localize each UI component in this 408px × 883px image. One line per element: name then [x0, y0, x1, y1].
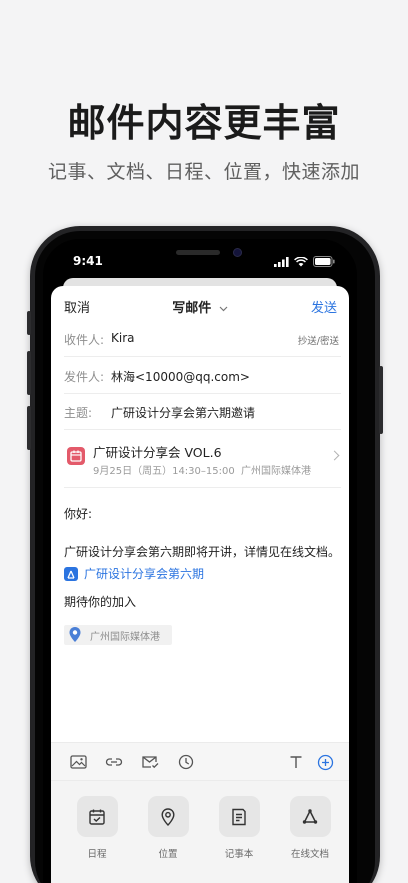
volume-down-button	[27, 406, 31, 450]
notebook-icon	[218, 796, 260, 837]
power-button	[379, 366, 383, 434]
doc-link[interactable]: 广研设计分享会第六期	[64, 565, 204, 582]
volume-up-button	[27, 351, 31, 395]
attachment-panel: 日程 位置 记事本 在线文档	[51, 781, 349, 883]
event-time: 9月25日（周五）14:30–15:00	[93, 466, 235, 477]
to-field[interactable]: Kira	[111, 331, 135, 345]
location-pin-icon	[69, 627, 81, 642]
body-greeting: 你好:	[64, 507, 93, 521]
format-toolbar	[51, 742, 349, 781]
event-card[interactable]: 广研设计分享会 VOL.6 9月25日（周五）14:30–15:00 广州国际媒…	[64, 430, 341, 488]
subject-row[interactable]: 主题: 广研设计分享会第六期邀请	[64, 393, 341, 430]
phone-frame: 9:41 取消 写邮件 发送 收件人: Kira 抄送/密送 发件人: 林海<1…	[27, 226, 383, 883]
online-doc-icon	[289, 796, 331, 837]
tool-label: 位置	[158, 849, 178, 860]
tool-label: 记事本	[224, 849, 254, 860]
body-paragraph: 广研设计分享会第六期即将开讲，详情见在线文档。	[64, 545, 341, 559]
image-icon[interactable]	[69, 753, 87, 771]
event-location: 广州国际媒体港	[241, 466, 311, 477]
clock-icon[interactable]	[177, 753, 195, 771]
tool-notebook[interactable]: 记事本	[211, 796, 267, 860]
add-circle-icon[interactable]	[316, 753, 334, 771]
front-camera	[233, 248, 242, 257]
tool-online-doc[interactable]: 在线文档	[282, 796, 338, 860]
cc-bcc-button[interactable]: 抄送/密送	[298, 333, 339, 347]
headline: 邮件内容更丰富	[67, 101, 341, 145]
online-doc-icon	[64, 566, 78, 581]
status-icons	[274, 256, 335, 267]
chevron-right-icon	[329, 450, 340, 461]
chevron-down-icon	[219, 306, 228, 311]
subject-label: 主题:	[64, 406, 93, 420]
link-icon[interactable]	[105, 753, 123, 771]
subheadline: 记事、文档、日程、位置，快速添加	[47, 161, 360, 183]
location-chip-label: 广州国际媒体港	[90, 631, 160, 643]
wifi-icon	[294, 256, 308, 266]
calendar-icon	[67, 447, 85, 465]
from-field[interactable]: 林海<10000@qq.com>	[111, 368, 250, 385]
tool-schedule[interactable]: 日程	[69, 796, 125, 860]
from-label: 发件人:	[64, 370, 105, 384]
compose-title[interactable]: 写邮件	[51, 297, 349, 316]
text-format-icon[interactable]	[287, 753, 305, 771]
mail-check-icon[interactable]	[141, 753, 159, 771]
doc-link-label: 广研设计分享会第六期	[84, 567, 205, 581]
calendar-check-icon	[76, 796, 118, 837]
to-label: 收件人:	[64, 333, 105, 347]
mute-switch	[27, 311, 31, 335]
compose-title-label: 写邮件	[172, 301, 212, 316]
event-title: 广研设计分享会 VOL.6	[93, 445, 222, 460]
status-time: 9:41	[73, 254, 103, 268]
tool-label: 日程	[87, 849, 107, 860]
to-row[interactable]: 收件人: Kira 抄送/密送	[64, 320, 341, 357]
send-button[interactable]: 发送	[311, 297, 337, 316]
speaker-grille	[176, 250, 220, 255]
body-closing: 期待你的加入	[64, 595, 137, 609]
from-row[interactable]: 发件人: 林海<10000@qq.com>	[64, 357, 341, 394]
battery-icon	[313, 256, 335, 267]
signal-icon	[274, 256, 289, 267]
compose-sheet: 取消 写邮件 发送 收件人: Kira 抄送/密送 发件人: 林海<10000@…	[51, 286, 349, 883]
tool-label: 在线文档	[290, 849, 329, 860]
subject-field[interactable]: 广研设计分享会第六期邀请	[111, 404, 255, 421]
location-chip[interactable]: 广州国际媒体港	[64, 625, 172, 645]
phone-screen: 9:41 取消 写邮件 发送 收件人: Kira 抄送/密送 发件人: 林海<1…	[43, 239, 357, 883]
tool-location[interactable]: 位置	[140, 796, 196, 860]
location-pin-icon	[147, 796, 189, 837]
